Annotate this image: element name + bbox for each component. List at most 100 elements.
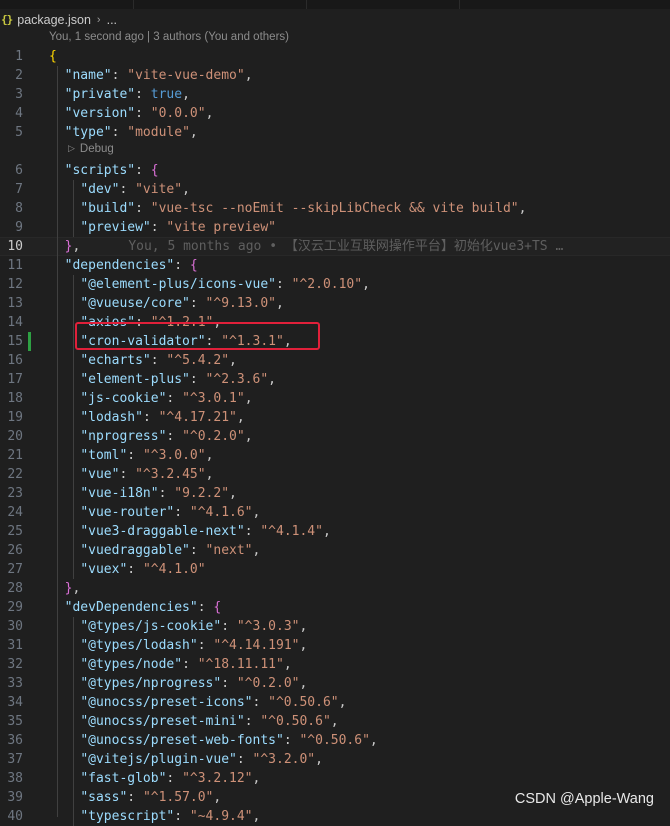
code-line[interactable]: 5 "type": "module", (0, 123, 670, 142)
code-line[interactable]: 23 "vue-i18n": "9.2.2", (0, 484, 670, 503)
code-token: "module" (127, 125, 190, 140)
code-token: : (244, 714, 261, 729)
code-line[interactable]: 16 "echarts": "^5.4.2", (0, 351, 670, 370)
code-line[interactable]: 3 "private": true, (0, 85, 670, 104)
code-token: : (135, 201, 151, 216)
code-token: , (205, 448, 214, 463)
code-token: : (158, 486, 175, 501)
code-line[interactable]: 20 "nprogress": "^0.2.0", (0, 427, 670, 446)
code-line[interactable]: 10 }, You, 5 months ago • 【汉云工业互联网操作平台】初始… (0, 237, 670, 256)
line-number: 20 (7, 429, 23, 444)
code-line[interactable]: 9 "preview": "vite preview" (0, 218, 670, 237)
code-token: "@vueuse/core" (80, 296, 190, 311)
code-token: : (189, 372, 206, 387)
code-line[interactable]: 32 "@types/node": "^18.11.11", (0, 655, 670, 674)
code-line[interactable]: 6 "scripts": { (0, 161, 670, 180)
code-line[interactable]: 33 "@types/nprogress": "^0.2.0", (0, 674, 670, 693)
line-number: 38 (7, 771, 23, 786)
code-line[interactable]: 7 "dev": "vite", (0, 180, 670, 199)
code-line[interactable]: 1{ (0, 47, 670, 66)
code-line[interactable]: 30 "@types/js-cookie": "^3.0.3", (0, 617, 670, 636)
code-text: "dependencies": { (49, 256, 198, 275)
code-token: , (369, 733, 378, 748)
code-token: "type" (64, 125, 112, 140)
code-token: { (49, 49, 57, 64)
line-number: 14 (7, 315, 23, 330)
code-line[interactable]: 24 "vue-router": "^4.1.6", (0, 503, 670, 522)
code-line[interactable]: 2 "name": "vite-vue-demo", (0, 66, 670, 85)
code-line[interactable]: 11 "dependencies": { (0, 256, 670, 275)
code-line[interactable]: 4 "version": "0.0.0", (0, 104, 670, 123)
code-line[interactable]: 38 "fast-glob": "^3.2.12", (0, 769, 670, 788)
code-token: "^2.0.10" (291, 277, 363, 292)
line-number: 13 (7, 296, 23, 311)
code-token: "^3.0.3" (236, 619, 300, 634)
code-token: , (330, 714, 339, 729)
code-line[interactable]: 18 "js-cookie": "^3.0.1", (0, 389, 670, 408)
code-token: "dev" (80, 182, 120, 197)
code-token: , (72, 239, 81, 254)
code-line[interactable]: 17 "element-plus": "^2.3.6", (0, 370, 670, 389)
code-token: "element-plus" (80, 372, 190, 387)
code-token: , (244, 68, 253, 83)
code-token: : (150, 353, 167, 368)
blame-header[interactable]: You, 1 second ago | 3 authors (You and o… (49, 31, 289, 43)
code-line[interactable]: 12 "@element-plus/icons-vue": "^2.0.10", (0, 275, 670, 294)
code-token: : (174, 505, 190, 520)
code-line[interactable]: 29 "devDependencies": { (0, 598, 670, 617)
code-token: "^3.2.45" (135, 467, 206, 482)
code-line[interactable]: 26 "vuedraggable": "next", (0, 541, 670, 560)
code-token: : (150, 220, 167, 235)
code-text: "vue-router": "^4.1.6", (49, 503, 260, 522)
code-token: , (72, 581, 81, 596)
code-line[interactable]: 27 "vuex": "^4.1.0" (0, 560, 670, 579)
code-token: "sass" (80, 790, 128, 805)
code-text: "@types/node": "^18.11.11", (49, 655, 292, 674)
code-token: , (205, 106, 214, 121)
code-line[interactable]: 37 "@vitejs/plugin-vue": "^3.2.0", (0, 750, 670, 769)
code-token: "@element-plus/icons-vue" (80, 277, 276, 292)
code-token: : (189, 296, 206, 311)
code-token: , (276, 296, 284, 311)
debug-codelens[interactable]: ▷ Debug (68, 140, 114, 157)
code-token: : (127, 448, 143, 463)
code-token: , (182, 182, 190, 197)
code-token: , (283, 657, 292, 672)
code-line[interactable]: 31 "@types/lodash": "^4.14.191", (0, 636, 670, 655)
code-token: "^3.0.0" (142, 448, 206, 463)
code-line[interactable]: 34 "@unocss/preset-icons": "^0.50.6", (0, 693, 670, 712)
breadcrumb-file[interactable]: package.json (17, 13, 91, 27)
code-token: , (252, 771, 261, 786)
line-number: 1 (15, 49, 23, 64)
code-line[interactable]: 13 "@vueuse/core": "^9.13.0", (0, 294, 670, 313)
code-token: "devDependencies" (64, 600, 198, 615)
code-token: true (150, 87, 183, 102)
code-token: : (197, 600, 214, 615)
code-line[interactable]: 21 "toml": "^3.0.0", (0, 446, 670, 465)
code-line[interactable]: 36 "@unocss/preset-web-fonts": "^0.50.6"… (0, 731, 670, 750)
code-line[interactable]: 22 "vue": "^3.2.45", (0, 465, 670, 484)
code-line[interactable]: 35 "@unocss/preset-mini": "^0.50.6", (0, 712, 670, 731)
code-line[interactable]: 28 }, (0, 579, 670, 598)
added-line-marker[interactable] (28, 332, 31, 351)
line-number: 22 (7, 467, 23, 482)
code-text: { (49, 47, 57, 66)
watermark: CSDN @Apple-Wang (514, 791, 654, 807)
code-token: "^0.50.6" (260, 714, 331, 729)
code-line[interactable]: 25 "vue3-draggable-next": "^4.1.4", (0, 522, 670, 541)
code-line[interactable]: 8 "build": "vue-tsc --noEmit --skipLibCh… (0, 199, 670, 218)
code-line[interactable]: 19 "lodash": "^4.17.21", (0, 408, 670, 427)
code-token: , (229, 486, 237, 501)
line-number: 16 (7, 353, 23, 368)
line-number: 39 (7, 790, 23, 805)
code-token: "^4.1.4" (260, 524, 323, 539)
breadcrumb-more[interactable]: ... (107, 13, 117, 27)
line-number: 7 (15, 182, 23, 197)
tab-strip (0, 0, 670, 9)
